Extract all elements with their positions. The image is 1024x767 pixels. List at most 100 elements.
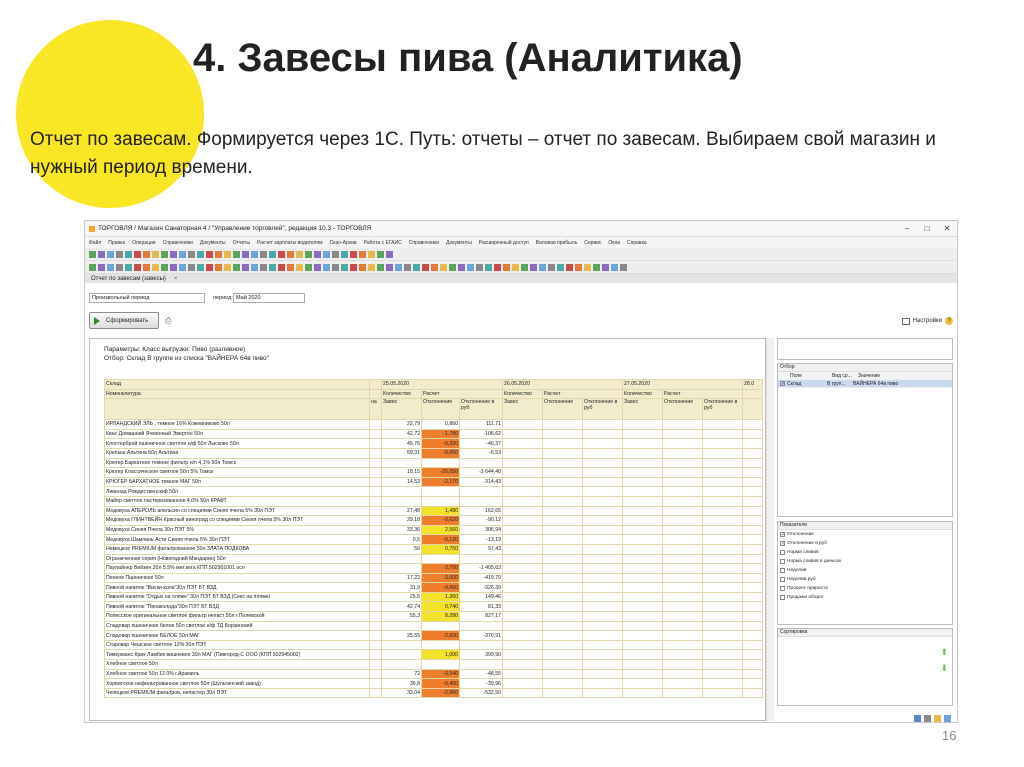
- table-row[interactable]: Крюгер Классическое светлое 50л 5% Томск…: [104, 467, 763, 478]
- table-row[interactable]: Клостерброй пшеничное светлое н/ф 50л Лы…: [104, 438, 763, 449]
- toolbar-icon[interactable]: [251, 250, 258, 258]
- table-row[interactable]: Чепецкое PREMIUM фильтров, непастер 30л …: [104, 687, 763, 699]
- toolbar-icon[interactable]: [377, 263, 384, 271]
- menu-item[interactable]: Сервис: [584, 240, 601, 246]
- toolbar-icon[interactable]: [125, 250, 132, 258]
- indicator-checkbox[interactable]: [780, 559, 785, 564]
- toolbar-icon[interactable]: [296, 250, 303, 258]
- indicator-item[interactable]: Отклонение в руб: [778, 539, 952, 548]
- toolbar-icon[interactable]: [242, 250, 249, 258]
- indicator-item[interactable]: Норма сливов: [778, 548, 952, 557]
- toolbar-icon[interactable]: [395, 263, 402, 271]
- maximize-icon[interactable]: □: [917, 224, 937, 233]
- toolbar-icon[interactable]: [566, 263, 573, 271]
- indicator-item[interactable]: Отклонение: [778, 530, 952, 539]
- toolbar-icon[interactable]: [584, 263, 591, 271]
- toolbar-icon[interactable]: [188, 250, 195, 258]
- menu-item[interactable]: Отчеты: [233, 240, 250, 246]
- toolbar-icon[interactable]: [467, 263, 474, 271]
- table-row[interactable]: Медовуха Синяя Пчела 30л ПЭТ 5% 33,36 2,56…: [104, 524, 763, 536]
- toolbar-icon[interactable]: [269, 263, 276, 271]
- table-row[interactable]: Хорватское нефильтрованное светлое 50л (…: [104, 678, 763, 689]
- toolbar-icon[interactable]: [224, 263, 231, 271]
- toolbar-icon[interactable]: [350, 263, 357, 271]
- toolbar-icon[interactable]: [197, 250, 204, 258]
- toolbar-icon[interactable]: [557, 263, 564, 271]
- toolbar-icon[interactable]: [404, 263, 411, 271]
- table-row[interactable]: Немецкое PREMIUM фильтрованное 50л ЗЛАТА…: [104, 543, 763, 555]
- toolbar-icon[interactable]: [242, 263, 249, 271]
- help-icon[interactable]: ?: [945, 317, 953, 325]
- toolbar-icon[interactable]: [197, 263, 204, 271]
- toolbar-icon[interactable]: [332, 263, 339, 271]
- toolbar-icon[interactable]: [125, 263, 132, 271]
- menu-item[interactable]: Работа с ЕГАИС: [364, 240, 402, 246]
- table-row[interactable]: Старовар Чешское светлое 12% 30л ПЭТ: [104, 639, 763, 651]
- indicator-checkbox[interactable]: [780, 550, 785, 555]
- table-row[interactable]: Сладовар пшеничное белое 50л светлое н/ф…: [104, 620, 763, 632]
- toolbar-icon[interactable]: [116, 263, 123, 271]
- table-row[interactable]: Крюгер Бархатное темное фильтр н/п 4,1% …: [104, 457, 763, 469]
- toolbar-icon[interactable]: [206, 250, 213, 258]
- toolbar-icon[interactable]: [323, 250, 330, 258]
- table-row[interactable]: Крепыш Альтина 50л Альтина 59,31 -0,060 -6,…: [104, 447, 763, 459]
- table-row[interactable]: КРЮГЕР БАРХАТНОЕ темное МАГ 50л 14,53 -2,1…: [104, 476, 763, 488]
- toolbar-icon[interactable]: [431, 263, 438, 271]
- toolbar-icon[interactable]: [530, 263, 537, 271]
- toolbar-icon[interactable]: [593, 263, 600, 271]
- toolbar-icon[interactable]: [620, 263, 627, 271]
- toolbar-icon[interactable]: [233, 250, 240, 258]
- table-row[interactable]: Сладовар пшеничное БЕЛОЕ 50л МАГ 25,55 -2,…: [104, 630, 763, 641]
- table-row[interactable]: Медовуха Шампань Асти Синяя пчела 5% 30л…: [104, 534, 763, 545]
- toolbar-icon[interactable]: [314, 263, 321, 271]
- status-icon[interactable]: [924, 715, 931, 722]
- toolbar-icon[interactable]: [170, 250, 177, 258]
- period-type-select[interactable]: Произвольный период: [89, 293, 205, 303]
- indicator-checkbox[interactable]: [780, 577, 785, 582]
- toolbar-icon[interactable]: [98, 250, 105, 258]
- generate-button[interactable]: Сформировать: [89, 312, 159, 329]
- toolbar-icon[interactable]: [134, 263, 141, 271]
- toolbar-icon[interactable]: [116, 250, 123, 258]
- table-row[interactable]: Пивной напиток "Виски-кола"30л ПЭТ БТ ВЗ…: [104, 582, 763, 593]
- menu-item[interactable]: Скан-Архив: [330, 240, 357, 246]
- menu-item[interactable]: Валовая прибыль: [536, 240, 578, 246]
- period-select[interactable]: Май 2020: [233, 293, 305, 303]
- toolbar-icon[interactable]: [485, 263, 492, 271]
- table-row[interactable]: Ограниченная серия (Новогодний Мандарин)…: [104, 553, 763, 565]
- toolbar-icon[interactable]: [260, 250, 267, 258]
- toolbar-icon[interactable]: [215, 250, 222, 258]
- toolbar-icon[interactable]: [206, 263, 213, 271]
- indicator-item[interactable]: Продажи оборот: [778, 593, 952, 602]
- table-row[interactable]: Пивной напиток "Отдых на пляже" 30л ПЭТ …: [104, 591, 763, 603]
- indicator-item[interactable]: Процент прироста: [778, 584, 952, 593]
- status-icon[interactable]: [944, 715, 951, 722]
- toolbar-icon[interactable]: [224, 250, 231, 258]
- toolbar-icon[interactable]: [332, 250, 339, 258]
- toolbar-icon[interactable]: [179, 250, 186, 258]
- toolbar-icon[interactable]: [107, 263, 114, 271]
- toolbar-icon[interactable]: [359, 250, 366, 258]
- toolbar-icon[interactable]: [179, 263, 186, 271]
- toolbar-icon[interactable]: [602, 263, 609, 271]
- table-row[interactable]: Медовуха АПЕРОЛЬ апельсин со специями Си…: [104, 505, 763, 517]
- menu-item[interactable]: Документы: [446, 240, 472, 246]
- table-row[interactable]: Майер светлое пастеризованное 4,0% 50л К…: [104, 495, 763, 507]
- toolbar-icon[interactable]: [386, 250, 393, 258]
- toolbar-icon[interactable]: [512, 263, 519, 271]
- toolbar-icon[interactable]: [341, 263, 348, 271]
- toolbar-icon[interactable]: [188, 263, 195, 271]
- table-row[interactable]: Тимерманс Крик Ламбик вишневое 30л МАГ (…: [104, 649, 763, 661]
- toolbar-icon[interactable]: [305, 250, 312, 258]
- report-scrollbar[interactable]: [766, 338, 774, 721]
- move-up-icon[interactable]: ⬆: [940, 647, 948, 658]
- toolbar-icon[interactable]: [89, 250, 96, 258]
- toolbar-icon[interactable]: [296, 263, 303, 271]
- toolbar-icon[interactable]: [152, 263, 159, 271]
- toolbar-icon[interactable]: [386, 263, 393, 271]
- toolbar-icon[interactable]: [143, 250, 150, 258]
- menu-item[interactable]: Расчет зарплаты водителям: [257, 240, 323, 246]
- toolbar-icon[interactable]: [170, 263, 177, 271]
- table-row[interactable]: Квас Домашний Ячменный Эвертон 50л 42,72-…: [104, 428, 763, 440]
- toolbar-icon[interactable]: [458, 263, 465, 271]
